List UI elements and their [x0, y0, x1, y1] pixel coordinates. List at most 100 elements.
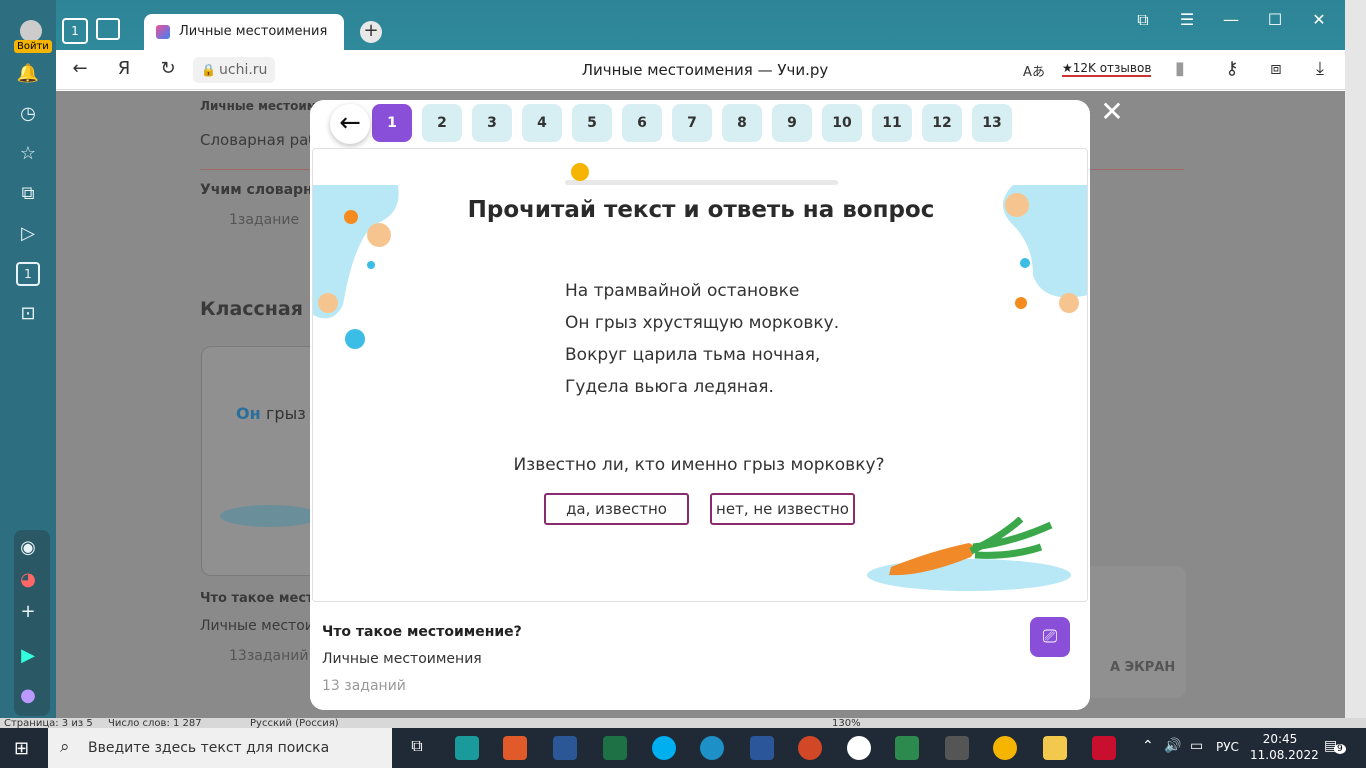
bg-tasks2: 13заданий	[229, 648, 309, 664]
footer-title: Что такое местоимение?	[322, 624, 522, 640]
search-icon: ⌕	[60, 737, 70, 757]
notifications-icon[interactable]: 🔔	[16, 62, 40, 86]
maximize-icon[interactable]: ☐	[1260, 10, 1290, 29]
page-title: Личные местоимения — Учи.ру	[581, 61, 829, 79]
new-tab-icon[interactable]: +	[360, 21, 382, 43]
question-13-button[interactable]: 13	[972, 104, 1012, 142]
download-icon[interactable]: ⤓	[1306, 58, 1334, 79]
screenshot-icon[interactable]: ⊡	[16, 302, 40, 326]
skype-icon[interactable]	[652, 736, 676, 760]
yandex-browser-icon[interactable]	[847, 736, 871, 760]
taskbar-search-input[interactable]: ⌕ Введите здесь текст для поиска	[48, 728, 392, 768]
question-10-button[interactable]: 10	[822, 104, 862, 142]
login-badge[interactable]: Войти	[14, 40, 52, 53]
answer-no-button[interactable]: нет, не известно	[710, 493, 855, 525]
powerpoint-icon[interactable]	[798, 736, 822, 760]
reviews-badge[interactable]: ★12K отзывов	[1062, 61, 1152, 77]
translate-icon[interactable]: Aあ	[1020, 61, 1048, 80]
explorer-icon[interactable]	[1043, 736, 1067, 760]
question-2-button[interactable]: 2	[422, 104, 462, 142]
market-icon[interactable]: ◕	[16, 568, 40, 592]
avatar-icon[interactable]	[20, 20, 42, 42]
app-icon-1[interactable]	[455, 736, 479, 760]
add-icon[interactable]: +	[16, 600, 40, 624]
alice-icon[interactable]: ●	[16, 684, 40, 708]
excel-icon[interactable]	[603, 736, 627, 760]
taskbar-clock[interactable]: 20:45 11.08.2022	[1250, 731, 1319, 763]
video-icon[interactable]: ▷	[16, 222, 40, 246]
tab-active[interactable]: Личные местоимения -	[144, 14, 344, 50]
close-modal-icon[interactable]: ✕	[1100, 98, 1124, 126]
poem-line: На трамвайной остановке	[565, 281, 800, 301]
yandex-icon[interactable]: Я	[110, 58, 138, 79]
minimize-icon[interactable]: —	[1216, 10, 1246, 29]
uchi-favicon-icon	[156, 25, 170, 39]
url-field[interactable]: 🔒 uchi.ru	[193, 57, 276, 83]
question-12-button[interactable]: 12	[922, 104, 962, 142]
question-1-button[interactable]: 1	[372, 104, 412, 142]
carrot-illustration	[867, 517, 1071, 591]
chrome-icon[interactable]	[993, 736, 1017, 760]
notifications-center-icon[interactable]: ▤ 9	[1324, 738, 1346, 754]
close-window-icon[interactable]: ✕	[1304, 10, 1334, 29]
bg-breadcrumb: Личные местоиме	[200, 99, 325, 113]
modal-footer: Что такое местоимение? Личные местоимени…	[310, 604, 1090, 710]
question-4-button[interactable]: 4	[522, 104, 562, 142]
reload-icon[interactable]: ↻	[154, 58, 182, 79]
address-bar: ← Я ↻ 🔒 uchi.ru Личные местоимения — Учи…	[0, 50, 1345, 90]
bg-card: Он грыз	[201, 346, 321, 576]
keyboard-language[interactable]: РУС	[1216, 740, 1239, 754]
new-tab-group-icon[interactable]	[96, 18, 120, 40]
word-doc-icon[interactable]	[553, 736, 577, 760]
collections-icon[interactable]: ⧈	[1262, 58, 1290, 79]
history-icon[interactable]: ◷	[16, 102, 40, 126]
volume-icon[interactable]: 🔊	[1164, 738, 1181, 754]
home-icon[interactable]: 1	[62, 18, 88, 44]
poem-line: Вокруг царила тьма ночная,	[565, 345, 821, 365]
pdf-icon[interactable]	[1092, 736, 1116, 760]
edge-icon[interactable]	[700, 736, 724, 760]
bg-card-bold: Он	[236, 404, 261, 423]
bg-carrot-image	[220, 505, 320, 527]
music-icon[interactable]: ◉	[16, 536, 40, 560]
bookmarks-panel-icon[interactable]: ⧉	[1128, 10, 1158, 30]
menu-icon[interactable]: ☰	[1172, 10, 1202, 29]
bookmark-icon[interactable]: ▮	[1166, 58, 1194, 79]
bg-subtitle: Учим словарны	[200, 182, 326, 198]
tab-title: Личные местоимения -	[179, 24, 329, 39]
bg-section1: Словарная раб	[200, 131, 318, 149]
word-icon[interactable]	[750, 736, 774, 760]
calculator-icon[interactable]	[945, 736, 969, 760]
question-3-button[interactable]: 3	[472, 104, 512, 142]
key-icon[interactable]: ⚷	[1218, 58, 1246, 79]
browser-sidebar: Войти 🔔 ◷ ☆ ⧉ ▷ 1 ⊡ ◉ ◕ + ▶ ●	[0, 0, 56, 720]
question-6-button[interactable]: 6	[622, 104, 662, 142]
task-title: Прочитай текст и ответь на вопрос	[467, 197, 935, 223]
tray-chevron-icon[interactable]: ⌃	[1142, 738, 1154, 754]
question-8-button[interactable]: 8	[722, 104, 762, 142]
footer-subtitle: Личные местоимения	[322, 651, 482, 667]
windows-start-icon[interactable]: ⊞	[14, 738, 29, 759]
bg-screen-button: А ЭКРАН	[1110, 660, 1176, 675]
back-icon[interactable]: ←	[66, 58, 94, 79]
clock-date: 11.08.2022	[1250, 748, 1319, 762]
app-icon-2[interactable]	[503, 736, 527, 760]
notification-count: 9	[1334, 744, 1346, 754]
excel-2-icon[interactable]	[895, 736, 919, 760]
tab-counter-icon[interactable]: 1	[16, 262, 40, 286]
collections-sidebar-icon[interactable]: ⧉	[16, 182, 40, 206]
bg-card-2: А ЭКРАН	[1076, 566, 1186, 698]
task-view-icon[interactable]: ⧉	[405, 736, 429, 760]
presentation-button[interactable]: ⎚	[1030, 617, 1070, 657]
network-icon[interactable]: ▭	[1190, 738, 1203, 754]
question-5-button[interactable]: 5	[572, 104, 612, 142]
poem-text: На трамвайной остановке Он грыз хрустящу…	[565, 281, 839, 409]
question-9-button[interactable]: 9	[772, 104, 812, 142]
question-11-button[interactable]: 11	[872, 104, 912, 142]
progress-bar	[565, 180, 838, 185]
back-arrow-icon[interactable]: ←	[330, 104, 370, 144]
answer-yes-button[interactable]: да, известно	[544, 493, 689, 525]
favorites-icon[interactable]: ☆	[16, 142, 40, 166]
messenger-icon[interactable]: ▶	[16, 644, 40, 668]
question-7-button[interactable]: 7	[672, 104, 712, 142]
